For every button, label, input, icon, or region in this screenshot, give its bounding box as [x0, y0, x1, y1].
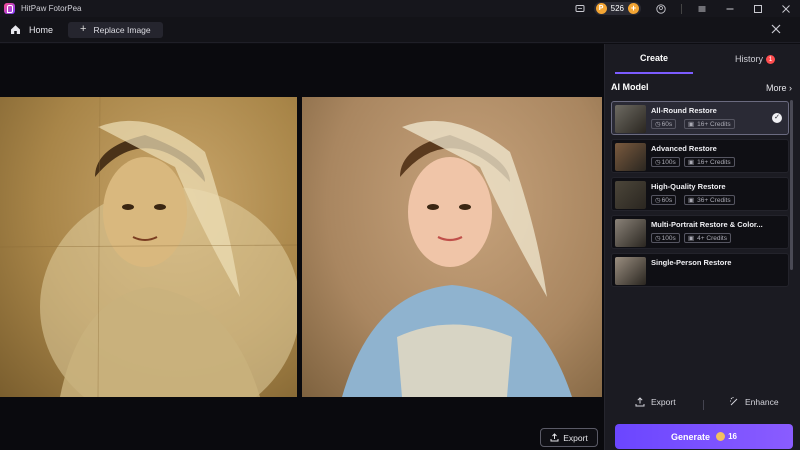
clock-icon: ◷	[655, 121, 661, 128]
clock-icon: ◷	[655, 235, 661, 242]
replace-image-button[interactable]: + Replace Image	[68, 21, 163, 38]
app-logo-icon	[4, 3, 15, 14]
model-name: Advanced Restore	[651, 144, 717, 153]
model-time-chip: ◷ 100s	[651, 233, 680, 243]
credits-icon: ▣	[688, 159, 695, 166]
model-credits: 16+ Credits	[697, 158, 731, 166]
tab-history-label: History	[734, 54, 763, 64]
credits-count: 526	[610, 4, 624, 13]
actions-divider	[703, 400, 704, 410]
model-credits-chip: ▣ 36+ Credits	[684, 195, 735, 205]
model-thumbnail	[615, 219, 646, 247]
restored-photo	[302, 97, 602, 397]
model-name: All-Round Restore	[651, 106, 717, 115]
magic-wand-icon	[730, 397, 738, 406]
model-time: 60s	[661, 120, 673, 128]
model-credits-chip: ▣ 16+ Credits	[684, 119, 735, 129]
panel-tabs: Create History 1	[605, 44, 800, 74]
right-panel: Create History 1 AI Model More › All-Rou…	[604, 44, 800, 450]
model-credits-chip: ▣ 16+ Credits	[684, 157, 735, 167]
model-time: 60s	[661, 196, 673, 204]
title-bar: HitPaw FotorPea P 526 +	[0, 0, 800, 17]
close-editor-icon[interactable]	[770, 23, 782, 35]
model-list[interactable]: All-Round Restore ◷ 60s ▣ 16+ Credits ✓ Advanc…	[611, 101, 793, 313]
panel-export-button[interactable]: Export	[635, 397, 676, 407]
coin-icon	[716, 432, 726, 441]
top-toolbar: Home + Replace Image	[0, 17, 800, 43]
panel-export-label: Export	[651, 397, 676, 407]
model-list-scrollbar[interactable]	[790, 100, 793, 270]
original-photo	[0, 97, 297, 397]
chevron-right-icon: ›	[789, 83, 792, 93]
model-time-chip: ◷ 100s	[651, 157, 680, 167]
model-name: Multi-Portrait Restore & Color...	[651, 220, 763, 229]
tab-create[interactable]: Create	[615, 44, 693, 74]
home-icon	[11, 25, 20, 34]
model-card[interactable]: All-Round Restore ◷ 60s ▣ 16+ Credits ✓	[611, 101, 789, 135]
window-close-icon[interactable]	[781, 4, 791, 14]
model-card[interactable]: Single-Person Restore	[611, 253, 789, 287]
title-bar-divider	[681, 3, 682, 14]
coin-icon: P	[595, 3, 607, 14]
model-thumbnail	[615, 257, 646, 285]
model-card[interactable]: Advanced Restore ◷ 100s ▣ 16+ Credits	[611, 139, 789, 173]
credits-icon: ▣	[688, 121, 695, 128]
canvas-export-button[interactable]: Export	[540, 428, 598, 447]
minimize-icon[interactable]	[725, 4, 735, 14]
model-credits: 36+ Credits	[697, 196, 731, 204]
menu-icon[interactable]	[697, 4, 707, 14]
credits-icon: ▣	[688, 235, 695, 242]
image-canvas: Export	[0, 44, 604, 450]
model-time: 100s	[661, 234, 676, 242]
panel-actions: Export Enhance	[605, 397, 800, 413]
history-badge: 1	[766, 54, 775, 64]
home-label: Home	[29, 24, 54, 35]
generate-button[interactable]: Generate 16	[615, 424, 793, 449]
credits-pill[interactable]: P 526 +	[593, 2, 641, 15]
generate-label: Generate	[671, 431, 711, 442]
add-credits-button[interactable]: +	[628, 3, 639, 14]
enhance-label: Enhance	[745, 397, 779, 407]
home-button[interactable]: Home	[10, 21, 53, 39]
upload-icon	[635, 397, 645, 407]
chat-icon[interactable]	[575, 4, 585, 14]
maximize-icon[interactable]	[753, 4, 763, 14]
selected-check-icon: ✓	[772, 113, 782, 123]
more-models-link[interactable]: More ›	[766, 83, 792, 93]
title-bar-controls: P 526 +	[566, 0, 800, 17]
model-credits: 4+ Credits	[697, 234, 727, 242]
tab-create-label: Create	[639, 53, 668, 63]
model-card[interactable]: High-Quality Restore ◷ 60s ▣ 36+ Credits	[611, 177, 789, 211]
upload-icon	[550, 433, 559, 442]
model-time: 100s	[661, 158, 676, 166]
clock-icon: ◷	[655, 197, 661, 204]
enhance-button[interactable]: Enhance	[729, 397, 779, 407]
user-icon[interactable]	[656, 3, 666, 14]
canvas-export-label: Export	[563, 432, 588, 443]
model-credits-chip: ▣ 4+ Credits	[684, 233, 731, 243]
model-credits: 16+ Credits	[697, 120, 731, 128]
generate-cost: 16	[728, 432, 737, 441]
model-time-chip: ◷ 60s	[651, 195, 677, 205]
ai-model-heading: AI Model	[611, 82, 649, 92]
model-time-chip: ◷ 60s	[651, 119, 677, 129]
model-name: High-Quality Restore	[651, 182, 726, 191]
plus-icon: +	[80, 23, 87, 35]
credits-icon: ▣	[688, 197, 695, 204]
tab-history[interactable]: History 1	[715, 44, 795, 74]
model-thumbnail	[615, 105, 646, 133]
app-title: HitPaw FotorPea	[21, 4, 82, 13]
model-card[interactable]: Multi-Portrait Restore & Color... ◷ 100s ▣ 4…	[611, 215, 789, 249]
model-thumbnail	[615, 181, 646, 209]
replace-image-label: Replace Image	[93, 24, 151, 35]
clock-icon: ◷	[655, 159, 661, 166]
model-thumbnail	[615, 143, 646, 171]
model-name: Single-Person Restore	[651, 258, 732, 267]
more-label: More	[765, 83, 787, 93]
